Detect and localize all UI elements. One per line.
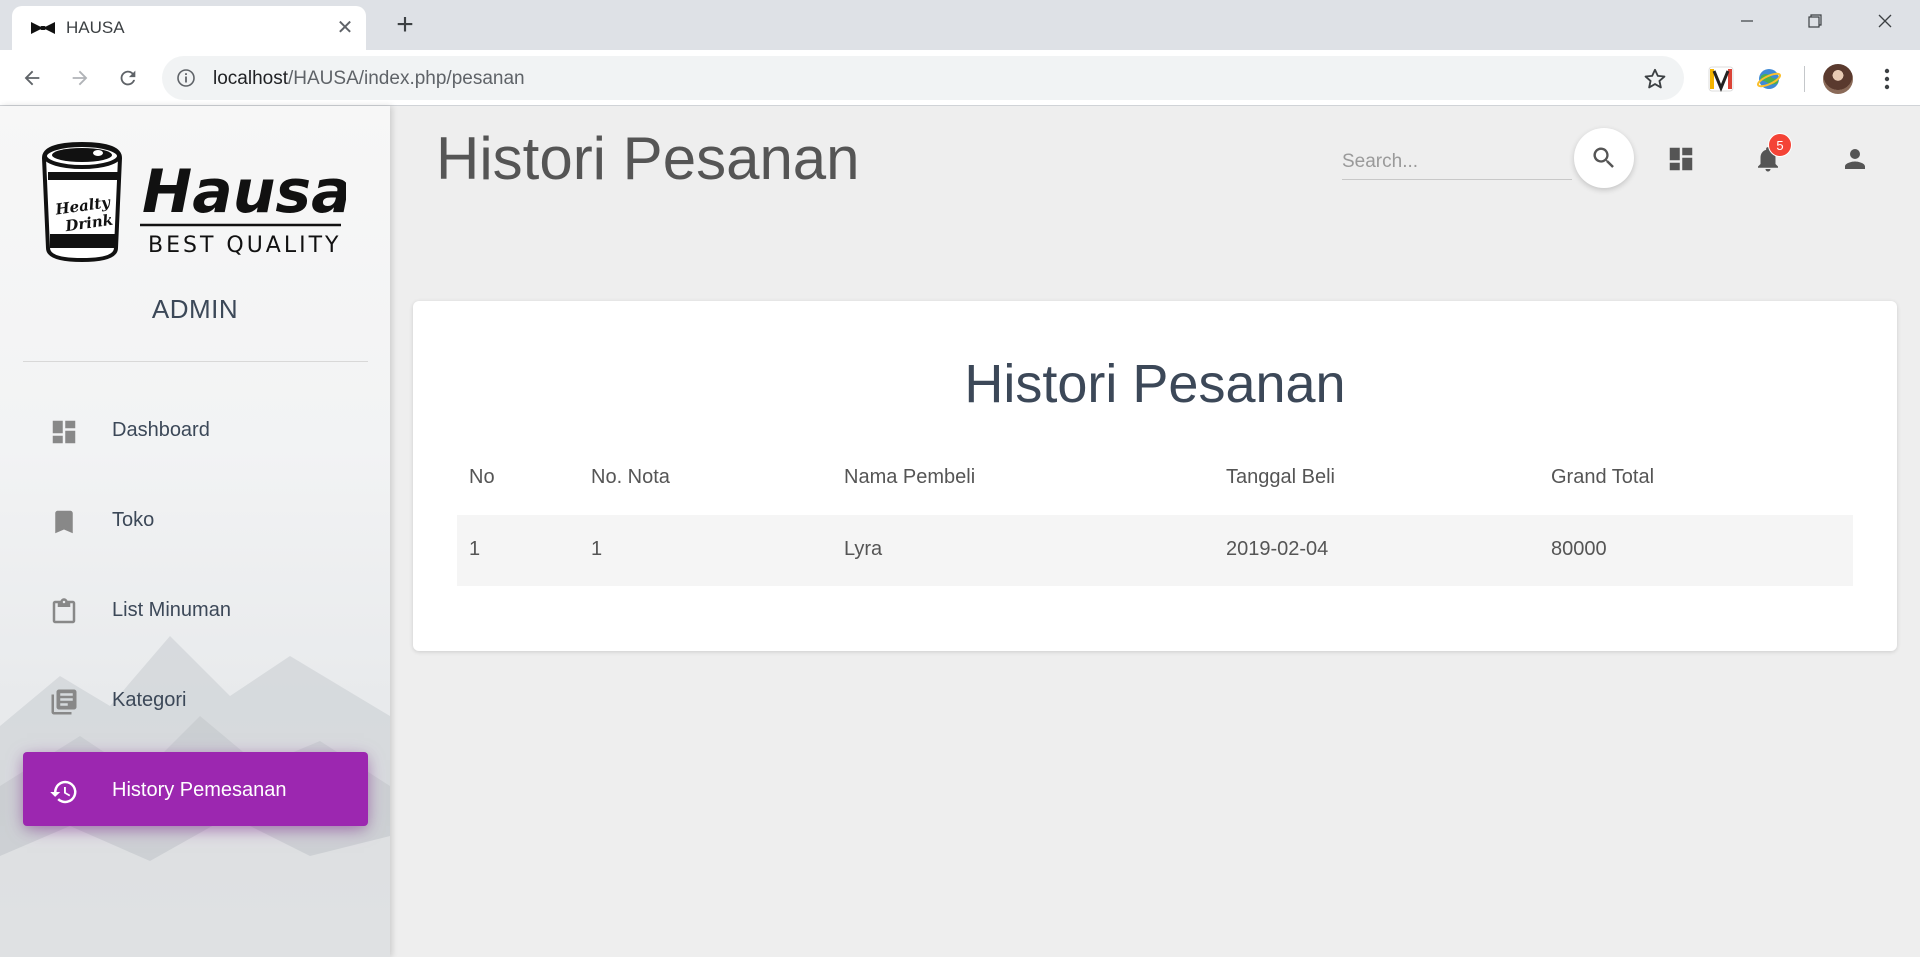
new-tab-button[interactable]: +: [390, 10, 420, 41]
sidebar-item-label: History Pemesanan: [112, 779, 287, 801]
search-field: [1342, 144, 1572, 180]
dashboard-icon: [52, 420, 76, 444]
sidebar-item-dashboard[interactable]: Dashboard: [23, 392, 368, 466]
tab-title: HAUSA: [66, 18, 125, 37]
sidebar-item-kategori[interactable]: Kategori: [23, 662, 368, 736]
address-bar[interactable]: localhost/HAUSA/index.php/pesanan: [162, 56, 1684, 100]
url-text: localhost/HAUSA/index.php/pesanan: [213, 68, 525, 89]
svg-text:Hausa: Hausa: [142, 157, 346, 227]
browser-tab-strip: HAUSA ✕ +: [0, 0, 1920, 50]
forward-button[interactable]: [64, 62, 96, 94]
browser-toolbar: localhost/HAUSA/index.php/pesanan: [0, 50, 1920, 106]
search-icon: [1593, 147, 1614, 168]
toolbar-separator: [1804, 66, 1805, 92]
reload-icon: [120, 70, 136, 86]
extension-globe-icon[interactable]: [1756, 66, 1782, 92]
card-title: Histori Pesanan: [964, 354, 1346, 414]
bowtie-icon: [31, 22, 55, 34]
sidebar-item-label: Dashboard: [112, 419, 210, 441]
sidebar-item-toko[interactable]: Toko: [23, 482, 368, 556]
table-cell: Lyra: [844, 538, 883, 560]
window-minimize-button[interactable]: [1724, 6, 1770, 36]
back-button[interactable]: [16, 62, 48, 94]
sidebar-item-label: Kategori: [112, 689, 187, 711]
sidebar: Healty Drink Hausa BEST QUALITY ADMIN Da…: [0, 106, 390, 957]
info-icon[interactable]: [176, 68, 196, 88]
column-header-no: No: [469, 466, 495, 488]
sidebar-item-label: Toko: [112, 509, 155, 531]
table-cell: 2019-02-04: [1226, 538, 1329, 560]
table-header: No No. Nota Nama Pembeli Tanggal Beli Gr…: [457, 446, 1853, 515]
star-bookmark-icon[interactable]: [1642, 66, 1668, 92]
table-row: 1 1 Lyra 2019-02-04 80000: [457, 515, 1853, 586]
browser-tab[interactable]: HAUSA ✕: [12, 6, 366, 50]
sidebar-item-list-minuman[interactable]: List Minuman: [23, 572, 368, 646]
window-close-button[interactable]: [1862, 6, 1908, 36]
svg-text:BEST QUALITY: BEST QUALITY: [148, 233, 341, 258]
column-header-nama-pembeli: Nama Pembeli: [844, 466, 976, 488]
arrow-left-icon: [24, 70, 40, 86]
hausa-logo: Healty Drink Hausa BEST QUALITY: [41, 141, 346, 263]
sidebar-divider: [23, 361, 368, 362]
library-books-icon: [51, 689, 77, 715]
reload-button[interactable]: [112, 62, 144, 94]
notification-badge: 5: [1768, 133, 1792, 157]
history-icon: [50, 780, 77, 804]
table-cell: 1: [591, 538, 603, 560]
order-history-table: No No. Nota Nama Pembeli Tanggal Beli Gr…: [457, 446, 1853, 586]
person-icon[interactable]: [1840, 144, 1870, 174]
column-header-tanggal-beli: Tanggal Beli: [1226, 466, 1335, 488]
dashboard-icon[interactable]: [1666, 144, 1696, 174]
order-history-card: Histori Pesanan No No. Nota Nama Pembeli…: [413, 301, 1897, 651]
extension-v-icon[interactable]: [1708, 66, 1734, 92]
window-restore-button[interactable]: [1792, 6, 1838, 36]
sidebar-item-history-pemesanan[interactable]: History Pemesanan: [23, 752, 368, 826]
table-cell: 1: [469, 538, 481, 560]
sidebar-item-label: List Minuman: [112, 599, 231, 621]
profile-avatar[interactable]: [1823, 64, 1853, 94]
page: Healty Drink Hausa BEST QUALITY ADMIN Da…: [0, 106, 1920, 957]
tab-close-icon[interactable]: ✕: [334, 17, 356, 39]
column-header-no-nota: No. Nota: [591, 466, 670, 488]
search-button[interactable]: [1574, 128, 1634, 188]
column-header-grand-total: Grand Total: [1551, 466, 1655, 488]
bookmark-icon: [55, 510, 73, 534]
clipboard-icon: [52, 598, 76, 624]
more-vert-icon[interactable]: [1875, 66, 1899, 92]
page-title: Histori Pesanan: [436, 125, 860, 192]
arrow-right-icon: [72, 70, 88, 86]
search-input[interactable]: [1342, 144, 1572, 179]
role-label: ADMIN: [151, 294, 239, 324]
table-cell: 80000: [1551, 538, 1607, 560]
